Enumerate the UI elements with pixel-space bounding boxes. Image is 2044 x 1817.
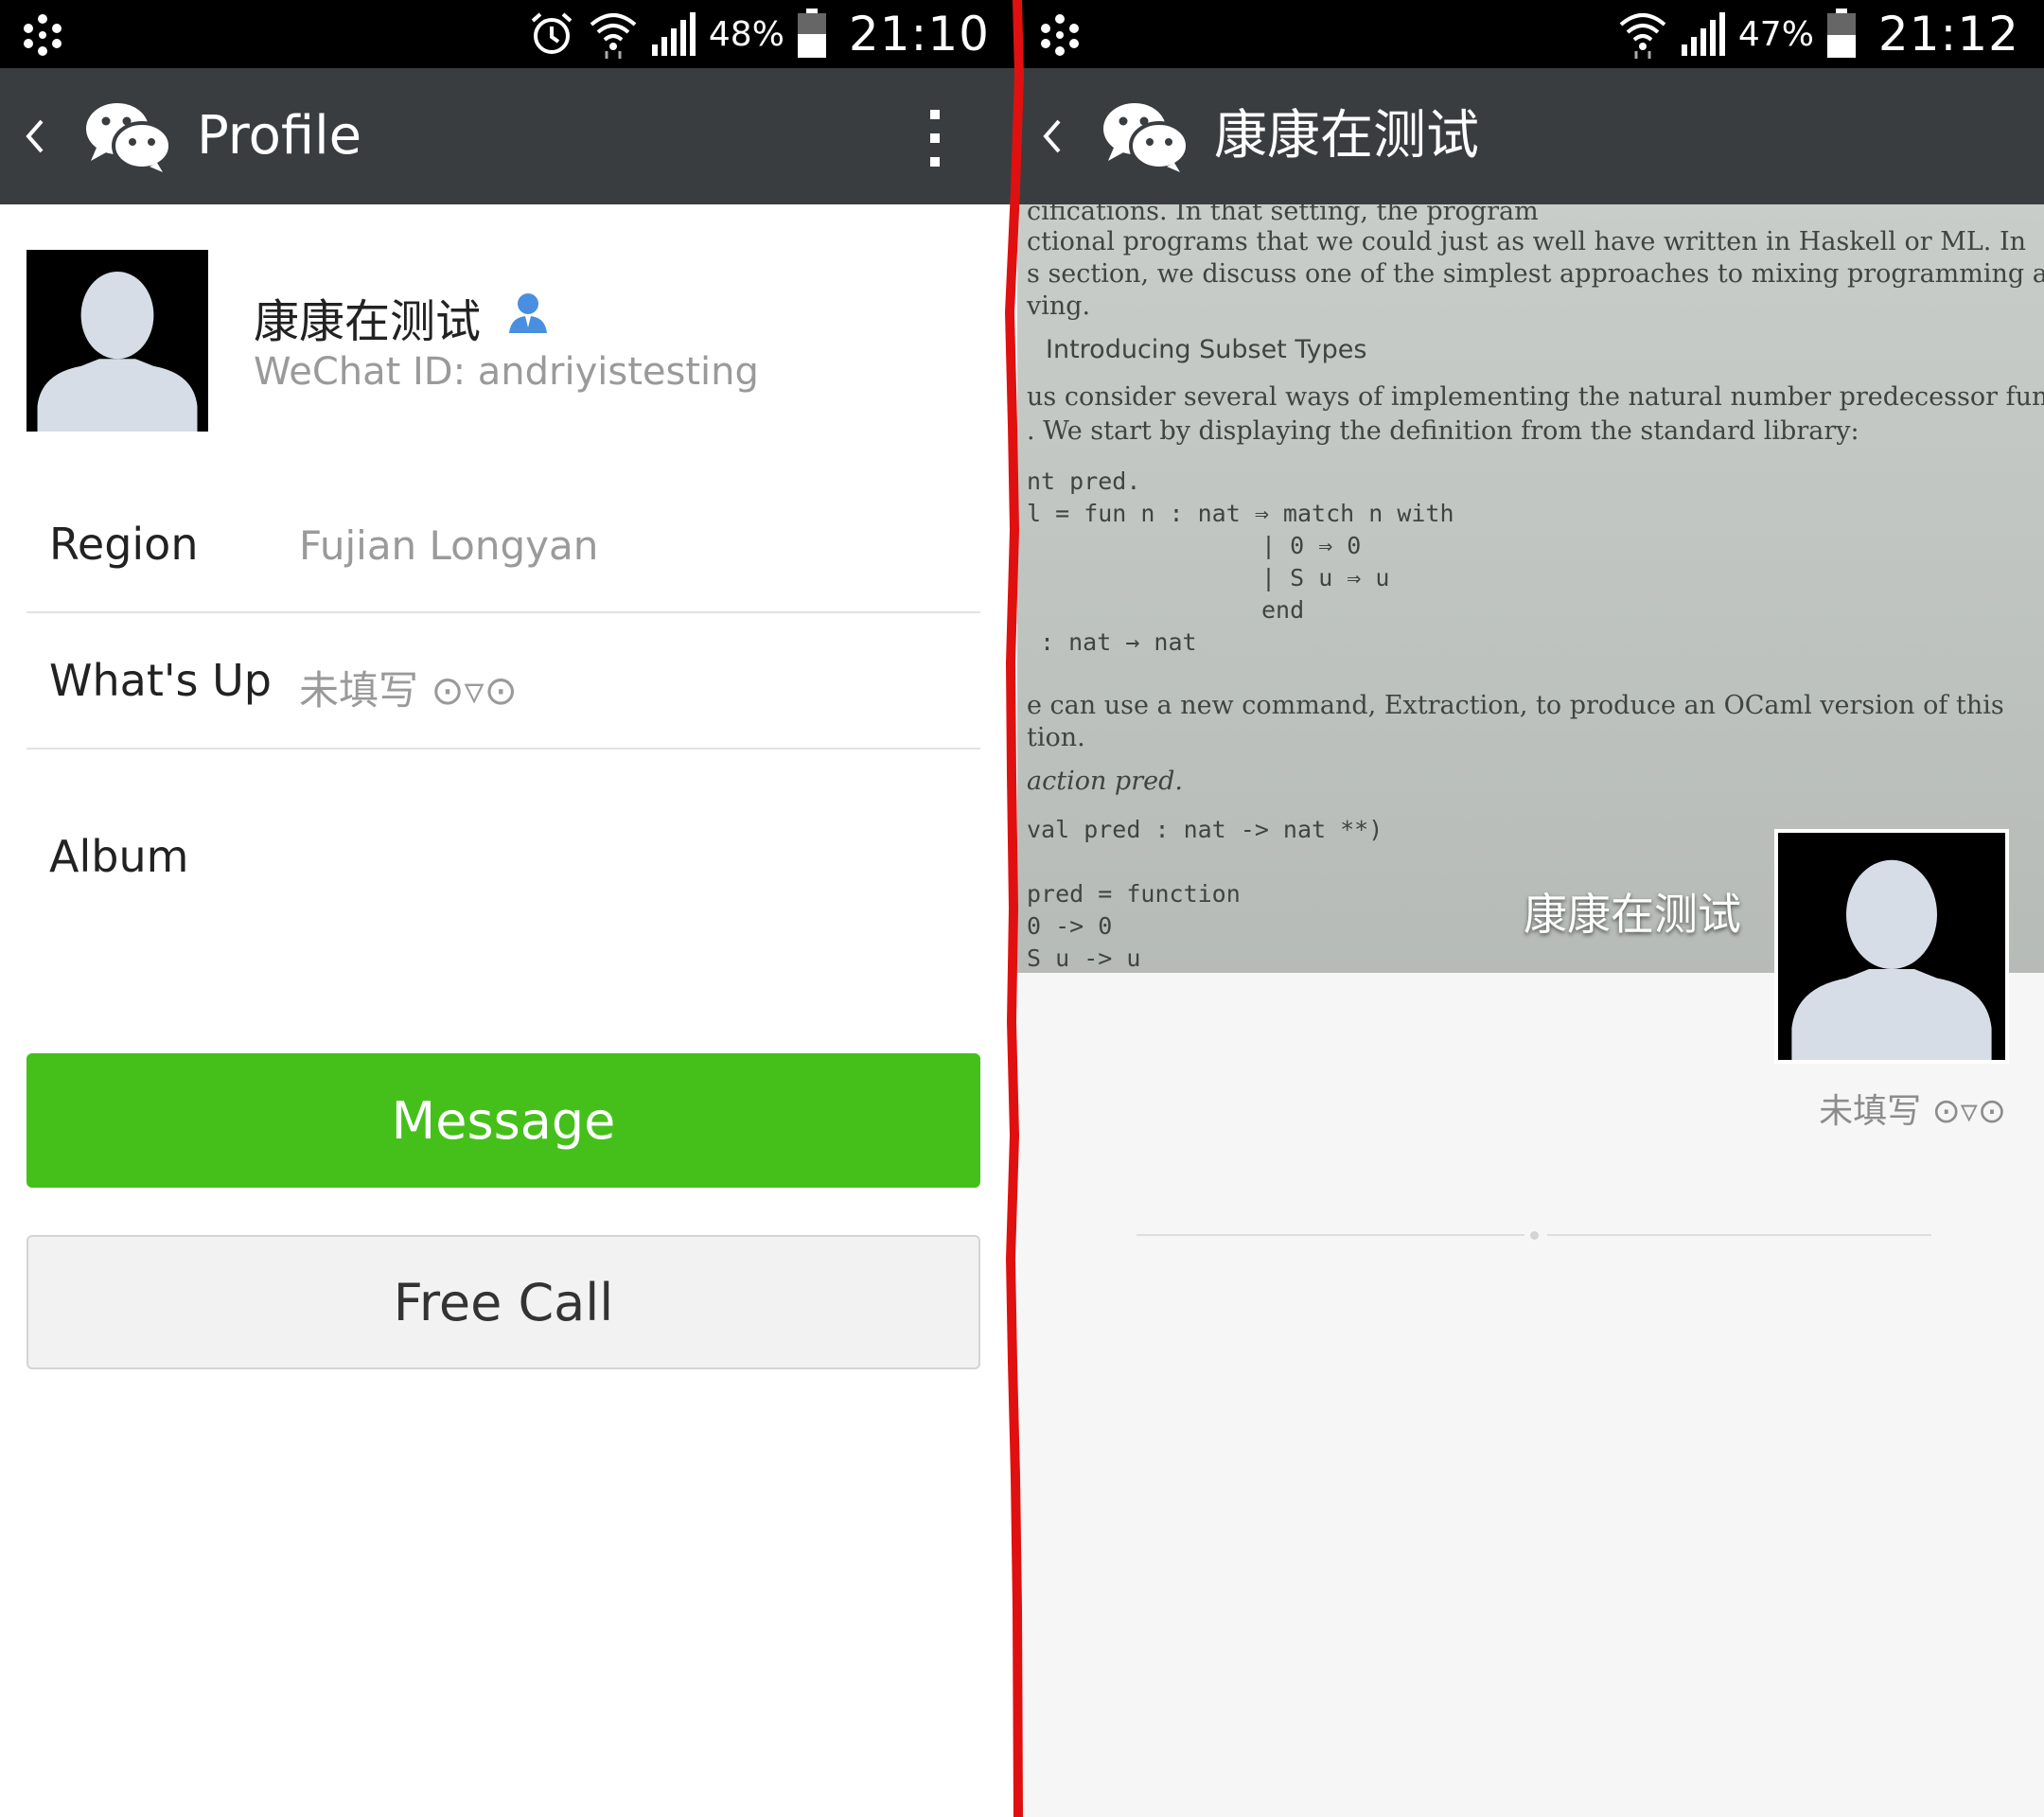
empty-album-divider bbox=[1547, 1234, 1931, 1236]
wechat-logo-icon bbox=[86, 103, 172, 172]
notification-dots-icon bbox=[24, 14, 62, 56]
cover-text-line: | 0 ⇒ 0 bbox=[1261, 532, 1362, 559]
cover-text-line: pred = function bbox=[1027, 880, 1241, 908]
cover-text-line: val pred : nat -> nat **) bbox=[1027, 816, 1383, 843]
separator-line bbox=[1005, 0, 1024, 1817]
battery-icon bbox=[1826, 9, 1856, 58]
cover-text-line: cifications. In that setting, the progra… bbox=[1027, 204, 1539, 226]
album-screen: 47% 21:12 康康在测试 cifications. In that set… bbox=[1017, 0, 2044, 1817]
page-title: Profile bbox=[197, 105, 362, 167]
cover-text-line: S u -> u bbox=[1027, 944, 1141, 972]
cover-text-line: 0 -> 0 bbox=[1027, 912, 1113, 940]
avatar[interactable] bbox=[1774, 829, 2009, 1064]
back-icon[interactable] bbox=[21, 115, 49, 157]
cover-text-line: action pred. bbox=[1027, 767, 1183, 796]
status-bar: 48% 21:10 bbox=[0, 0, 1014, 68]
battery-percent: 48% bbox=[708, 14, 784, 54]
notification-dots-icon bbox=[1041, 14, 1079, 56]
header-bar: 康康在测试 bbox=[1017, 68, 2044, 204]
wifi-icon bbox=[1619, 13, 1666, 59]
header-bar: Profile bbox=[0, 68, 1014, 204]
contact-person-icon bbox=[509, 293, 547, 333]
clock: 21:10 bbox=[848, 7, 990, 62]
signal-icon bbox=[651, 12, 696, 56]
cover-text-line: tion. bbox=[1027, 723, 1085, 752]
cover-text-line: ctional programs that we could just as w… bbox=[1027, 227, 2027, 256]
region-label: Region bbox=[49, 519, 199, 570]
cover-text-line: s section, we discuss one of the simples… bbox=[1027, 259, 2044, 289]
empty-album-divider bbox=[1137, 1234, 1524, 1236]
whats-up-value: 未填写 ⊙▿⊙ bbox=[299, 667, 518, 714]
empty-album-dot bbox=[1530, 1231, 1539, 1240]
cover-text-line: . We start by displaying the definition … bbox=[1027, 416, 1859, 446]
cover-text-line: end bbox=[1261, 596, 1305, 624]
cover-text-line: nt pred. bbox=[1027, 467, 1141, 495]
message-button[interactable]: Message bbox=[26, 1053, 980, 1188]
divider bbox=[26, 611, 980, 613]
clock: 21:12 bbox=[1877, 7, 2019, 62]
page-title: 康康在测试 bbox=[1214, 105, 1479, 167]
cover-text-line: e can use a new command, Extraction, to … bbox=[1027, 691, 2004, 720]
cover-text-line: : nat → nat bbox=[1040, 628, 1197, 656]
wifi-icon bbox=[590, 13, 637, 59]
status-text: 未填写 ⊙▿⊙ bbox=[1819, 1092, 2006, 1131]
avatar[interactable] bbox=[26, 250, 208, 432]
signal-icon bbox=[1681, 12, 1725, 56]
album-owner-name: 康康在测试 bbox=[1524, 889, 1741, 940]
more-options-icon[interactable] bbox=[924, 108, 946, 168]
profile-name: 康康在测试 bbox=[254, 295, 482, 348]
profile-screen: 48% 21:10 Profile 康康在测试 WeChat ID: andri… bbox=[0, 0, 1014, 1817]
default-avatar-icon bbox=[1778, 833, 2005, 1060]
battery-icon bbox=[797, 9, 826, 58]
cover-text-line: ving. bbox=[1027, 291, 1091, 321]
back-icon[interactable] bbox=[1038, 115, 1066, 157]
cover-text-line: l = fun n : nat ⇒ match n with bbox=[1027, 500, 1454, 527]
cover-text-line: Introducing Subset Types bbox=[1046, 335, 1367, 364]
album-label[interactable]: Album bbox=[49, 831, 188, 882]
region-value: Fujian Longyan bbox=[299, 522, 599, 569]
cover-text-line: us consider several ways of implementing… bbox=[1027, 382, 2044, 412]
whats-up-label: What's Up bbox=[49, 655, 272, 706]
battery-percent: 47% bbox=[1737, 14, 1814, 54]
free-call-button[interactable]: Free Call bbox=[26, 1235, 980, 1369]
status-bar: 47% 21:12 bbox=[1017, 0, 2044, 68]
alarm-icon bbox=[531, 12, 573, 54]
cover-text-line: | S u ⇒ u bbox=[1261, 564, 1390, 591]
wechat-id: WeChat ID: andriyistesting bbox=[254, 350, 759, 394]
wechat-logo-icon bbox=[1103, 103, 1189, 172]
divider bbox=[26, 748, 980, 750]
default-avatar-icon bbox=[26, 250, 208, 432]
